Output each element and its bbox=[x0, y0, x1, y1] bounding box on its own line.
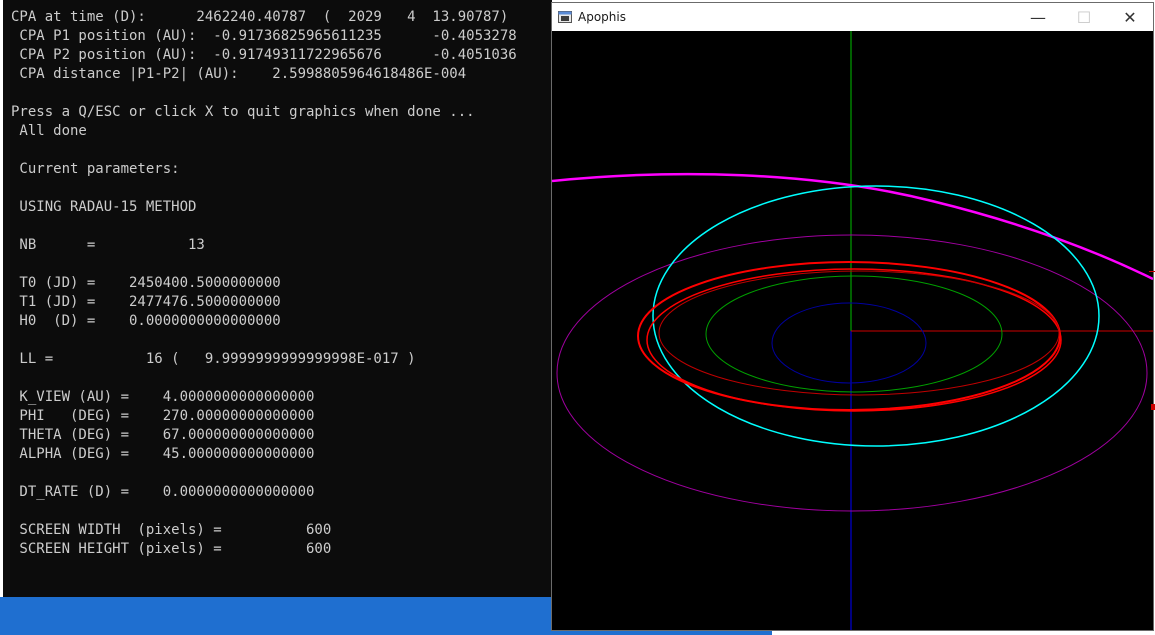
console-line: T0 (JD) = 2450400.5000000000 bbox=[11, 275, 281, 291]
orbit-canvas[interactable] bbox=[552, 31, 1153, 630]
console-line: PHI (DEG) = 270.00000000000000 bbox=[11, 408, 315, 424]
console-line: CPA distance |P1-P2| (AU): 2.59988059646… bbox=[11, 66, 467, 82]
cyan-orbit bbox=[652, 185, 1100, 447]
console-line: CPA P2 position (AU): -0.917493117229656… bbox=[11, 47, 517, 63]
console-line: K_VIEW (AU) = 4.0000000000000000 bbox=[11, 389, 315, 405]
console-line: DT_RATE (D) = 0.0000000000000000 bbox=[11, 484, 315, 500]
console-line: USING RADAU-15 METHOD bbox=[11, 199, 197, 215]
inner-orbit bbox=[771, 302, 927, 384]
console-line: THETA (DEG) = 67.000000000000000 bbox=[11, 427, 315, 443]
magenta-orbit bbox=[552, 172, 1153, 281]
console-window: CPA at time (D): 2462240.40787 ( 2029 4 … bbox=[3, 0, 552, 597]
console-line: Press a Q/ESC or click X to quit graphic… bbox=[11, 104, 475, 120]
console-line: Current parameters: bbox=[11, 161, 180, 177]
console-line: CPA at time (D): 2462240.40787 ( 2029 4 … bbox=[11, 9, 509, 25]
green-orbit bbox=[705, 275, 1003, 393]
app-window-icon bbox=[558, 11, 572, 23]
close-button[interactable]: ✕ bbox=[1107, 3, 1153, 31]
background-window-edge bbox=[1151, 404, 1155, 410]
console-output: CPA at time (D): 2462240.40787 ( 2029 4 … bbox=[3, 0, 552, 559]
console-line: ALPHA (DEG) = 45.000000000000000 bbox=[11, 446, 315, 462]
window-title: Apophis bbox=[578, 10, 626, 24]
console-line: NB = 13 bbox=[11, 237, 205, 253]
graphics-window: Apophis — ☐ ✕ bbox=[551, 2, 1154, 631]
console-line: All done bbox=[11, 123, 87, 139]
minimize-button[interactable]: — bbox=[1015, 3, 1061, 31]
red-orbit bbox=[646, 268, 1062, 412]
console-line: CPA P1 position (AU): -0.917368259656112… bbox=[11, 28, 517, 44]
maximize-button[interactable]: ☐ bbox=[1061, 3, 1107, 31]
console-line: H0 (D) = 0.0000000000000000 bbox=[11, 313, 281, 329]
console-line: SCREEN WIDTH (pixels) = 600 bbox=[11, 522, 332, 538]
title-bar[interactable]: Apophis — ☐ ✕ bbox=[552, 3, 1153, 31]
console-line: LL = 16 ( 9.9999999999999998E-017 ) bbox=[11, 351, 416, 367]
background-window-edge bbox=[1149, 271, 1155, 272]
console-line: T1 (JD) = 2477476.5000000000 bbox=[11, 294, 281, 310]
console-line: SCREEN HEIGHT (pixels) = 600 bbox=[11, 541, 332, 557]
